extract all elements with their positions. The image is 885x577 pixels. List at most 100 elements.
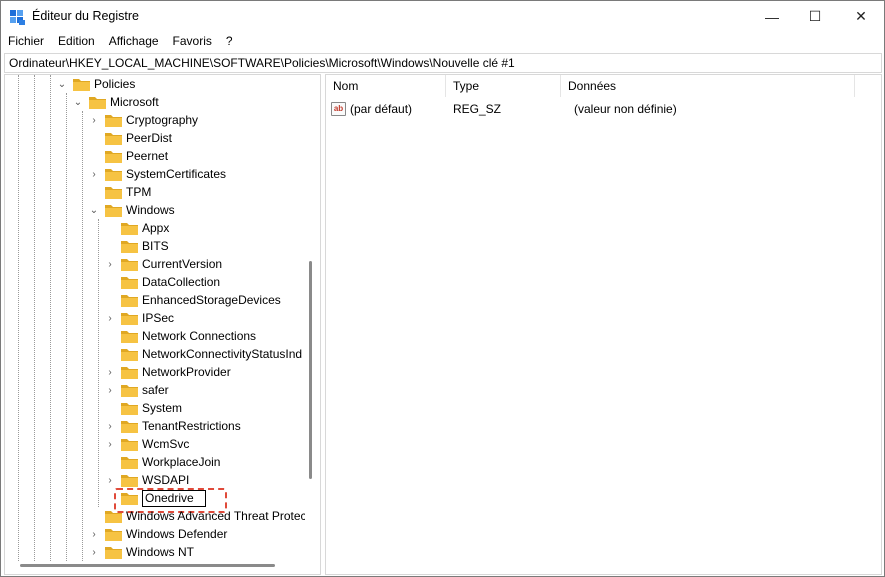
menu-edition[interactable]: Edition: [51, 33, 102, 51]
tree-item-network-connections[interactable]: Network Connections: [105, 327, 256, 345]
tree-label: Microsoft: [110, 95, 159, 109]
tree-item-policies[interactable]: ⌄ Policies: [57, 75, 136, 93]
folder-icon: [105, 114, 122, 127]
chevron-right-icon[interactable]: ›: [89, 115, 99, 126]
tree-item-tenantrestrictions[interactable]: › TenantRestrictions: [105, 417, 241, 435]
chevron-right-icon[interactable]: ›: [89, 169, 99, 180]
chevron-down-icon[interactable]: ⌄: [89, 205, 99, 216]
key-tree: ⌄ Policies ⌄ Microsoft › Cryptography Pe…: [5, 75, 305, 561]
value-name: (par défaut): [350, 102, 413, 116]
tree-item-windows[interactable]: ⌄ Windows: [89, 201, 175, 219]
tree-item-networkprovider[interactable]: › NetworkProvider: [105, 363, 230, 381]
tree-label: Windows Defender: [126, 527, 228, 541]
title-bar: Éditeur du Registre — ☐ ✕: [1, 1, 884, 33]
folder-icon: [105, 150, 122, 163]
tree-label: PeerDist: [126, 131, 173, 145]
tree-item-bits[interactable]: BITS: [105, 237, 169, 255]
tree-guide-line: [66, 93, 67, 561]
tree-label: WcmSvc: [142, 437, 190, 451]
chevron-right-icon[interactable]: ›: [89, 547, 99, 558]
tree-item-system[interactable]: System: [105, 399, 182, 417]
tree-label: Appx: [142, 221, 170, 235]
tree-label: Cryptography: [126, 113, 199, 127]
tree-item-microsoft[interactable]: ⌄ Microsoft: [73, 93, 159, 111]
tree-item-windows-nt[interactable]: › Windows NT: [89, 543, 194, 561]
registry-editor-window: Éditeur du Registre — ☐ ✕ Fichier Editio…: [0, 0, 885, 577]
chevron-right-icon[interactable]: ›: [105, 385, 115, 396]
value-row[interactable]: ab (par défaut) REG_SZ (valeur non défin…: [326, 99, 881, 119]
chevron-down-icon[interactable]: ⌄: [57, 79, 67, 90]
tree-label: IPSec: [142, 311, 175, 325]
tree-item-peerdist[interactable]: PeerDist: [89, 129, 172, 147]
folder-icon: [121, 258, 138, 271]
tree-label: System: [142, 401, 183, 415]
tree-item-workplacejoin[interactable]: WorkplaceJoin: [105, 453, 220, 471]
folder-icon: [121, 222, 138, 235]
folder-icon: [105, 132, 122, 145]
column-header-nom[interactable]: Nom: [326, 75, 446, 97]
tree-label: Windows: [126, 203, 175, 217]
tree-item-datacollection[interactable]: DataCollection: [105, 273, 220, 291]
folder-icon: [121, 384, 138, 397]
tree-item-windows-defender[interactable]: › Windows Defender: [89, 525, 227, 543]
values-list-pane[interactable]: Nom Type Données ab (par défaut) REG_SZ …: [325, 74, 882, 575]
menu-affichage[interactable]: Affichage: [102, 33, 166, 51]
chevron-right-icon[interactable]: ›: [105, 421, 115, 432]
maximize-button[interactable]: ☐: [792, 1, 838, 32]
chevron-down-icon[interactable]: ⌄: [73, 97, 83, 108]
folder-icon: [121, 456, 138, 469]
minimize-button[interactable]: —: [749, 1, 795, 32]
tree-item-systemcertificates[interactable]: › SystemCertificates: [89, 165, 226, 183]
tree-label: Network Connections: [142, 329, 257, 343]
address-bar[interactable]: Ordinateur\HKEY_LOCAL_MACHINE\SOFTWARE\P…: [4, 53, 882, 73]
tree-item-windows-advanced-threat-protection[interactable]: Windows Advanced Threat Protec: [89, 507, 305, 525]
tree-item-enhancedstoragedevices[interactable]: EnhancedStorageDevices: [105, 291, 281, 309]
tree-label: EnhancedStorageDevices: [142, 293, 281, 307]
column-header-donnees[interactable]: Données: [561, 75, 855, 97]
tree-item-safer[interactable]: › safer: [105, 381, 169, 399]
tree-label: safer: [142, 383, 169, 397]
tree-item-cryptography[interactable]: › Cryptography: [89, 111, 198, 129]
tree-horizontal-scrollbar[interactable]: [20, 564, 275, 567]
folder-icon: [121, 312, 138, 325]
close-button[interactable]: ✕: [838, 1, 884, 32]
key-tree-pane[interactable]: ⌄ Policies ⌄ Microsoft › Cryptography Pe…: [4, 74, 321, 575]
folder-icon: [121, 348, 138, 361]
chevron-right-icon[interactable]: ›: [105, 259, 115, 270]
chevron-right-icon[interactable]: ›: [105, 439, 115, 450]
tree-item-appx[interactable]: Appx: [105, 219, 169, 237]
tree-label: BITS: [142, 239, 169, 253]
menu-fichier[interactable]: Fichier: [1, 33, 51, 51]
tree-item-peernet[interactable]: Peernet: [89, 147, 168, 165]
menu-help[interactable]: ?: [219, 33, 240, 51]
window-title: Éditeur du Registre: [32, 9, 140, 23]
column-header-type[interactable]: Type: [446, 75, 561, 97]
tree-item-ipsec[interactable]: › IPSec: [105, 309, 174, 327]
folder-icon: [121, 330, 138, 343]
folder-icon: [105, 510, 122, 523]
tree-item-wcmsvc[interactable]: › WcmSvc: [105, 435, 189, 453]
tree-label: Policies: [94, 77, 136, 91]
chevron-right-icon[interactable]: ›: [89, 529, 99, 540]
tree-item-wsdapi[interactable]: › WSDAPI: [105, 471, 189, 489]
tree-item-tpm[interactable]: TPM: [89, 183, 151, 201]
tree-label: DataCollection: [142, 275, 221, 289]
tree-label: SystemCertificates: [126, 167, 227, 181]
chevron-right-icon[interactable]: ›: [105, 367, 115, 378]
tree-item-networkconnectivitystatusind[interactable]: NetworkConnectivityStatusInd: [105, 345, 302, 363]
tree-label: WSDAPI: [142, 473, 190, 487]
folder-icon: [89, 96, 106, 109]
menu-favoris[interactable]: Favoris: [166, 33, 219, 51]
folder-icon: [105, 204, 122, 217]
tree-vertical-scrollbar[interactable]: [309, 261, 312, 479]
chevron-right-icon[interactable]: ›: [105, 475, 115, 486]
chevron-right-icon[interactable]: ›: [105, 313, 115, 324]
tree-item-currentversion[interactable]: › CurrentVersion: [105, 255, 222, 273]
tree-label: TenantRestrictions: [142, 419, 241, 433]
